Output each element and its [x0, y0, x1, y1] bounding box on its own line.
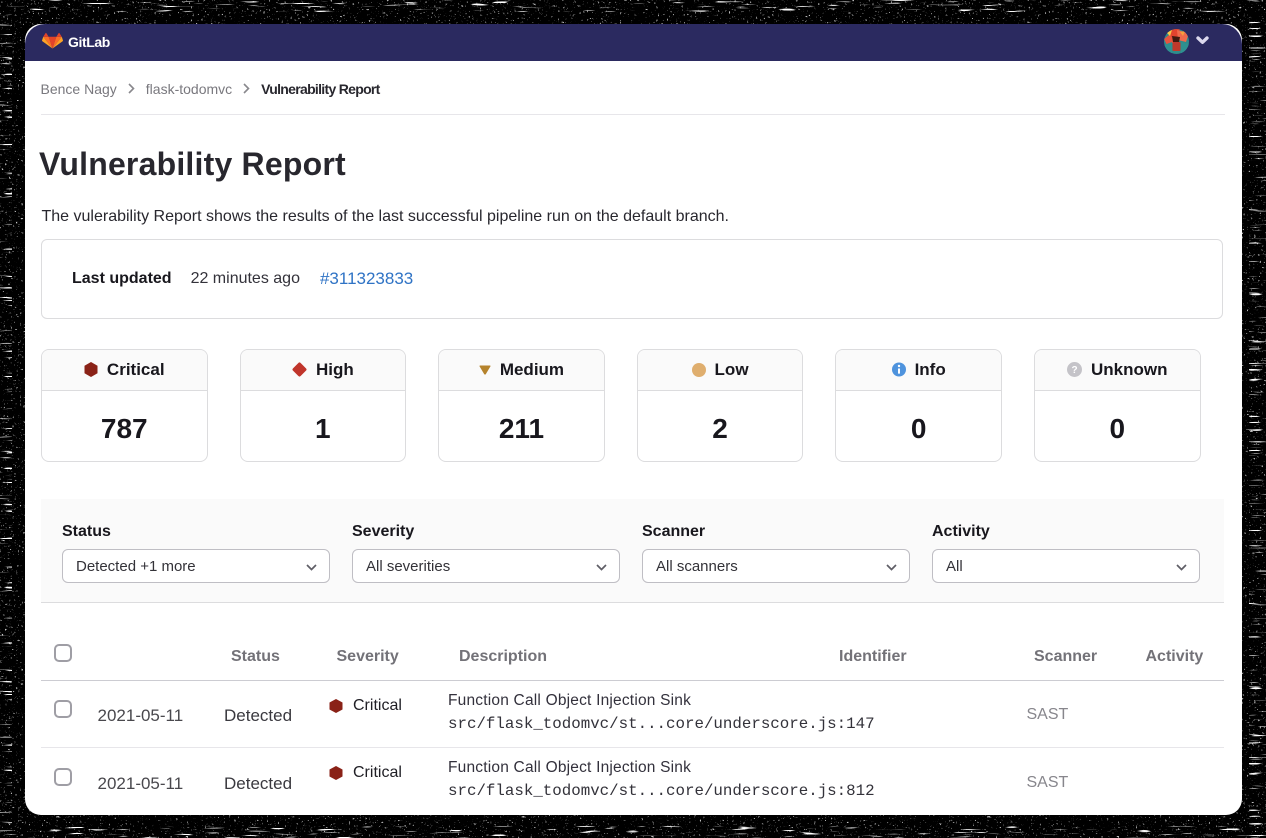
- svg-text:?: ?: [1071, 365, 1077, 376]
